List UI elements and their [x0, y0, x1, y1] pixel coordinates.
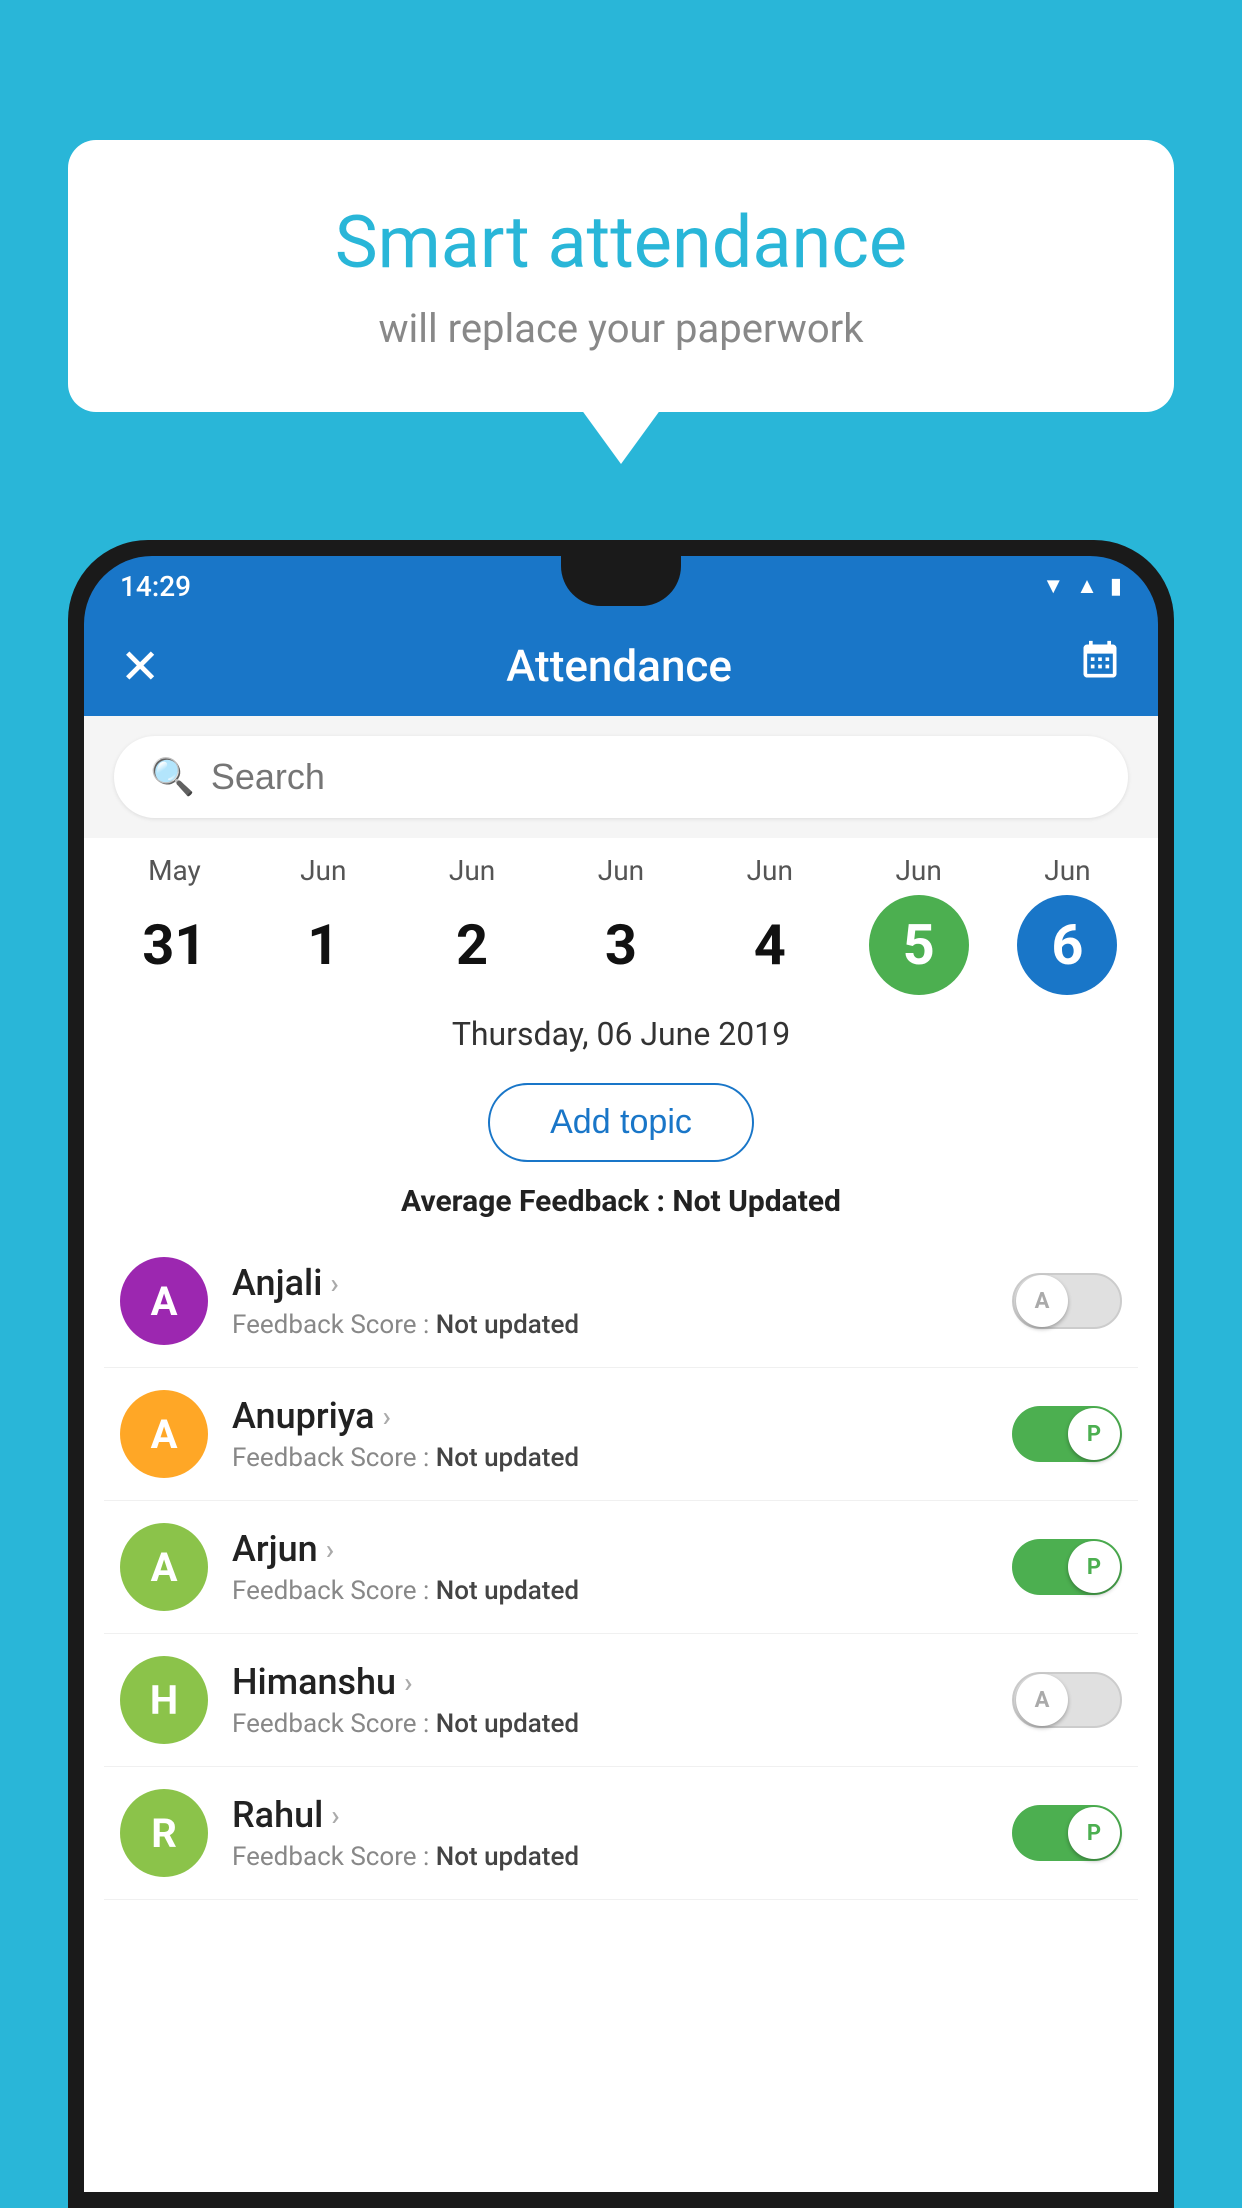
close-button[interactable]: ✕ [120, 638, 160, 695]
chevron-icon: › [404, 1666, 412, 1699]
feedback-score: Feedback Score : Not updated [232, 1709, 988, 1739]
avg-feedback-value: Not Updated [672, 1184, 841, 1219]
date-month: Jun [449, 854, 495, 887]
feedback-score: Feedback Score : Not updated [232, 1576, 988, 1606]
speech-bubble: Smart attendance will replace your paper… [68, 140, 1174, 412]
attendance-toggle[interactable]: P [1012, 1539, 1122, 1595]
toggle-knob: P [1068, 1807, 1120, 1859]
attendance-toggle[interactable]: P [1012, 1805, 1122, 1861]
status-bar: 14:29 ▼ ▲ ▮ [84, 556, 1158, 616]
status-time: 14:29 [120, 570, 191, 603]
date-day[interactable]: 6 [1017, 895, 1117, 995]
notch [561, 556, 681, 606]
chevron-icon: › [326, 1533, 334, 1566]
avg-feedback: Average Feedback : Not Updated [84, 1172, 1158, 1235]
student-item: R Rahul › Feedback Score : Not updated P [104, 1767, 1138, 1900]
toggle-knob: A [1016, 1275, 1068, 1327]
date-label: Thursday, 06 June 2019 [84, 995, 1158, 1073]
chevron-icon: › [383, 1400, 391, 1433]
avatar: A [120, 1523, 208, 1611]
student-item: A Arjun › Feedback Score : Not updated P [104, 1501, 1138, 1634]
date-month: May [148, 854, 201, 887]
toggle-knob: P [1068, 1541, 1120, 1593]
date-day[interactable]: 1 [273, 895, 373, 995]
student-info: Rahul › Feedback Score : Not updated [232, 1794, 988, 1872]
date-month: Jun [1044, 854, 1090, 887]
app-content: 🔍 May 31 Jun 1 Jun 2 Jun 3 Jun 4 Jun 5 Jun 6 Thursday… [84, 716, 1158, 2192]
app-bar-title: Attendance [506, 640, 732, 692]
date-strip: May 31 Jun 1 Jun 2 Jun 3 Jun 4 Jun 5 Jun 6 [84, 838, 1158, 995]
avatar: A [120, 1390, 208, 1478]
bubble-title: Smart attendance [138, 200, 1104, 285]
toggle-container[interactable]: P [1012, 1539, 1122, 1595]
avatar: R [120, 1789, 208, 1877]
date-month: Jun [895, 854, 941, 887]
date-item[interactable]: Jun 6 [1007, 854, 1127, 995]
avatar: A [120, 1257, 208, 1345]
calendar-icon[interactable] [1078, 639, 1122, 693]
student-info: Arjun › Feedback Score : Not updated [232, 1528, 988, 1606]
speech-bubble-container: Smart attendance will replace your paper… [68, 140, 1174, 412]
student-item: H Himanshu › Feedback Score : Not updated A [104, 1634, 1138, 1767]
date-day[interactable]: 2 [422, 895, 522, 995]
chevron-icon: › [330, 1267, 338, 1300]
app-bar: ✕ Attendance [84, 616, 1158, 716]
date-item[interactable]: Jun 1 [263, 854, 383, 995]
battery-icon: ▮ [1110, 574, 1122, 599]
signal-icon: ▲ [1076, 573, 1098, 599]
student-info: Anupriya › Feedback Score : Not updated [232, 1395, 988, 1473]
date-item[interactable]: Jun 5 [859, 854, 979, 995]
attendance-toggle[interactable]: A [1012, 1273, 1122, 1329]
toggle-container[interactable]: A [1012, 1273, 1122, 1329]
status-icons: ▼ ▲ ▮ [1042, 573, 1122, 599]
date-day[interactable]: 4 [720, 895, 820, 995]
search-input-container[interactable]: 🔍 [114, 736, 1128, 818]
date-item[interactable]: Jun 4 [710, 854, 830, 995]
date-month: Jun [747, 854, 793, 887]
toggle-container[interactable]: A [1012, 1672, 1122, 1728]
wifi-icon: ▼ [1042, 573, 1064, 599]
attendance-toggle[interactable]: A [1012, 1672, 1122, 1728]
feedback-score: Feedback Score : Not updated [232, 1443, 988, 1473]
toggle-container[interactable]: P [1012, 1805, 1122, 1861]
student-name[interactable]: Anjali › [232, 1262, 988, 1304]
student-info: Anjali › Feedback Score : Not updated [232, 1262, 988, 1340]
date-month: Jun [300, 854, 346, 887]
student-info: Himanshu › Feedback Score : Not updated [232, 1661, 988, 1739]
phone-inner: 14:29 ▼ ▲ ▮ ✕ Attendance 🔍 [84, 556, 1158, 2192]
student-name[interactable]: Himanshu › [232, 1661, 988, 1703]
phone-frame: 14:29 ▼ ▲ ▮ ✕ Attendance 🔍 [68, 540, 1174, 2208]
search-icon: 🔍 [150, 756, 195, 798]
attendance-toggle[interactable]: P [1012, 1406, 1122, 1462]
toggle-container[interactable]: P [1012, 1406, 1122, 1462]
date-day[interactable]: 3 [571, 895, 671, 995]
student-name[interactable]: Rahul › [232, 1794, 988, 1836]
search-input[interactable] [211, 756, 1092, 798]
chevron-icon: › [331, 1799, 339, 1832]
date-item[interactable]: May 31 [114, 854, 234, 995]
student-list: AAnjali ›Feedback Score : Not updatedAAA… [84, 1235, 1158, 1900]
feedback-score: Feedback Score : Not updated [232, 1842, 988, 1872]
toggle-knob: P [1068, 1408, 1120, 1460]
feedback-score: Feedback Score : Not updated [232, 1310, 988, 1340]
student-item: A Anupriya › Feedback Score : Not updated P [104, 1368, 1138, 1501]
search-bar: 🔍 [84, 716, 1158, 838]
avatar: H [120, 1656, 208, 1744]
date-day[interactable]: 5 [869, 895, 969, 995]
date-item[interactable]: Jun 3 [561, 854, 681, 995]
avg-feedback-label: Average Feedback : [401, 1184, 672, 1219]
date-item[interactable]: Jun 2 [412, 854, 532, 995]
toggle-knob: A [1016, 1674, 1068, 1726]
student-item: A Anjali › Feedback Score : Not updated A [104, 1235, 1138, 1368]
student-name[interactable]: Arjun › [232, 1528, 988, 1570]
add-topic-button[interactable]: Add topic [488, 1083, 754, 1162]
date-month: Jun [598, 854, 644, 887]
bubble-subtitle: will replace your paperwork [138, 305, 1104, 352]
date-day[interactable]: 31 [124, 895, 224, 995]
student-name[interactable]: Anupriya › [232, 1395, 988, 1437]
